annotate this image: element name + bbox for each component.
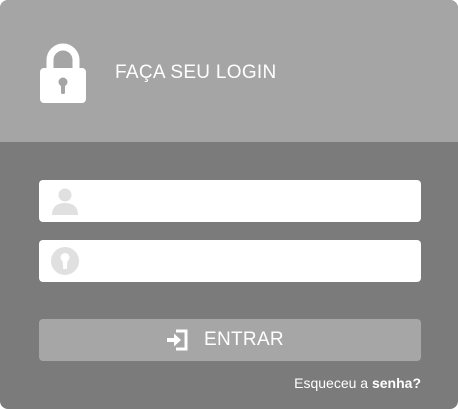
page-title: FAÇA SEU LOGIN bbox=[115, 62, 277, 83]
username-field[interactable] bbox=[39, 180, 421, 222]
forgot-password-text: Esqueceu a bbox=[294, 375, 372, 391]
forgot-password-emphasis: senha? bbox=[371, 375, 421, 391]
password-input[interactable] bbox=[89, 240, 411, 282]
enter-button-label: ENTRAR bbox=[204, 329, 284, 350]
password-field[interactable] bbox=[39, 240, 421, 282]
login-header: FAÇA SEU LOGIN bbox=[0, 0, 458, 142]
key-icon bbox=[51, 247, 79, 275]
enter-button-content: ENTRAR bbox=[39, 319, 421, 361]
forgot-password-link[interactable]: Esqueceu a senha? bbox=[294, 374, 421, 392]
login-card: FAÇA SEU LOGIN ENTRAR Esqueceu a senha? bbox=[0, 0, 458, 409]
enter-icon bbox=[167, 329, 188, 351]
enter-button[interactable]: ENTRAR bbox=[39, 319, 421, 361]
lock-icon bbox=[40, 43, 86, 103]
username-input[interactable] bbox=[89, 180, 411, 222]
user-icon bbox=[52, 188, 78, 215]
